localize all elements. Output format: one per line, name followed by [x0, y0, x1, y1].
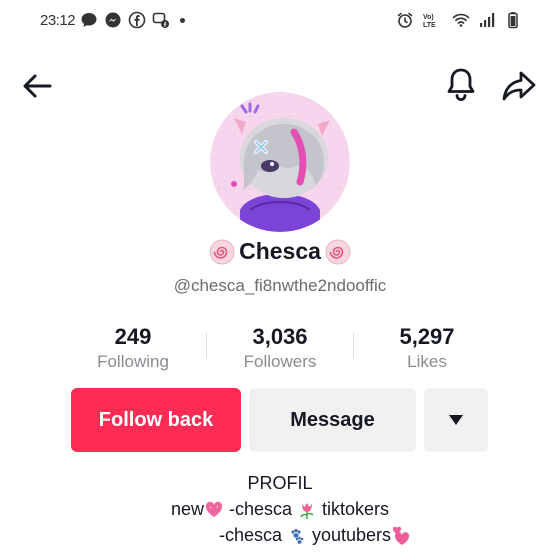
volte-icon: Vo)LTE — [423, 14, 436, 29]
bio-line-3: -chesca youtubers — [0, 522, 560, 548]
profile-bio: PROFIL new -chesca tiktokers -chesca you… — [0, 470, 560, 548]
profile-name-row: Chesca — [0, 238, 560, 265]
system-icons: Vo) LTE — [396, 11, 522, 29]
bio-line-2: new -chesca tiktokers — [0, 496, 560, 522]
bio-text: -chesca — [223, 499, 298, 519]
more-options-button[interactable] — [424, 388, 488, 452]
messenger-icon — [105, 12, 121, 28]
notification-bell-button[interactable] — [444, 66, 478, 102]
wifi-icon — [452, 13, 470, 27]
dot-icon — [180, 17, 185, 23]
paw-prints-icon — [291, 529, 304, 544]
follow-back-button[interactable]: Follow back — [71, 388, 241, 452]
bio-line-1: PROFIL — [247, 473, 313, 493]
profile-handle: @chesca_fi8nwthe2ndooffic — [173, 276, 387, 295]
stat-label: Likes — [407, 352, 447, 371]
svg-text:Vo): Vo) — [423, 14, 434, 21]
share-icon — [502, 71, 536, 101]
bio-text: new — [170, 499, 204, 519]
stat-value: 249 — [114, 324, 152, 349]
bio-text: tiktokers — [317, 499, 390, 519]
share-button[interactable] — [500, 68, 538, 104]
bell-icon — [447, 68, 475, 101]
pink-heart-icon — [205, 502, 223, 518]
stat-likes[interactable]: 5,297 Likes — [354, 320, 500, 376]
message-button[interactable]: Message — [249, 388, 416, 452]
caret-down-icon — [449, 415, 463, 425]
two-hearts-icon — [393, 527, 410, 546]
battery-icon — [508, 12, 518, 29]
back-button[interactable] — [20, 68, 56, 104]
stat-followers[interactable]: 3,036 Followers — [207, 320, 353, 376]
profile-stats: 249 Following 3,036 Followers 5,297 Like… — [60, 320, 500, 376]
chat-bubble-icon — [81, 13, 97, 27]
stat-value: 3,036 — [252, 324, 308, 349]
profile-name: Chesca — [239, 238, 321, 264]
alarm-icon — [397, 12, 413, 28]
svg-text:LTE: LTE — [423, 22, 436, 29]
profile-avatar[interactable] — [210, 92, 350, 232]
stat-following[interactable]: 249 Following — [60, 320, 206, 376]
stat-label: Following — [97, 352, 169, 371]
facebook-icon — [128, 11, 146, 29]
status-time: 23:12 — [40, 12, 76, 29]
follow-back-label: Follow back — [98, 408, 214, 431]
stat-value: 5,297 — [399, 324, 455, 349]
notification-icons — [80, 11, 185, 29]
status-bar: 23:12 Vo) LTE — [0, 0, 560, 44]
bio-text: youtubers — [306, 525, 392, 545]
avatar-artwork-icon — [210, 92, 350, 232]
pink-swirl-icon — [209, 239, 235, 264]
stat-label: Followers — [243, 352, 317, 371]
message-label: Message — [290, 408, 375, 431]
chat-facebook-icon — [152, 12, 169, 28]
signal-icon — [480, 13, 495, 27]
bio-text: -chesca — [218, 525, 287, 545]
pink-swirl-icon — [325, 239, 351, 264]
arrow-left-icon — [23, 74, 52, 98]
tulip-icon — [300, 503, 314, 520]
